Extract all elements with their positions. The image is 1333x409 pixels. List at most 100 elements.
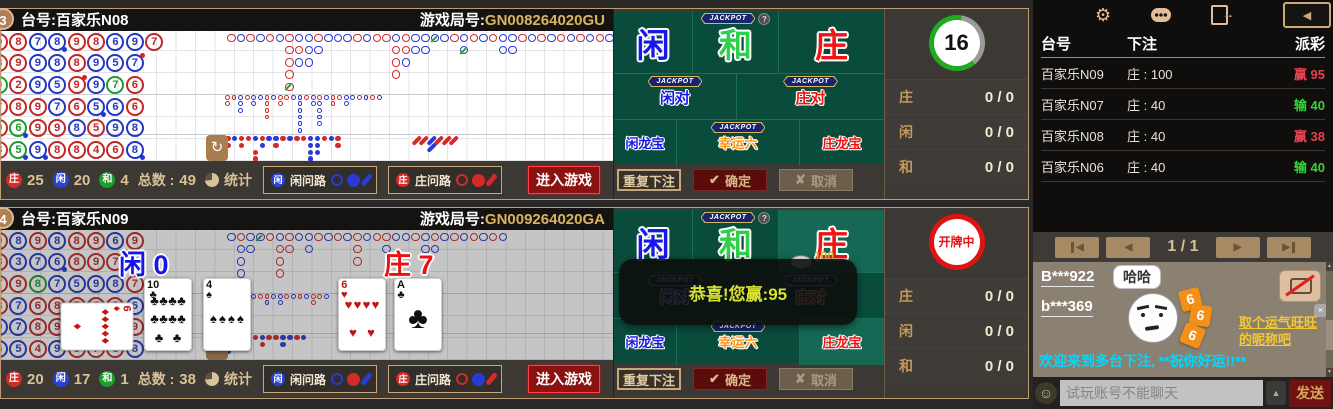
- settings-gear-icon[interactable]: ⚙: [1095, 5, 1111, 25]
- road-cell: [251, 95, 256, 100]
- bead-cell: 8: [68, 54, 86, 72]
- sidebar: ⚙ ◀ 台号 下注 派彩 百家乐N09庄 : 100赢 95百家乐N07庄 : …: [1033, 0, 1333, 409]
- table-panel-n08: 3 台号:百家乐N08 游戏局号:GN008264020GU ↻ 9807988…: [0, 8, 1029, 200]
- player-score-overlay: 闲 0: [119, 243, 169, 282]
- panel-header: 4 台号:百家乐N09 游戏局号:GN009264020GA: [1, 208, 613, 230]
- bet-player-dragon-cell[interactable]: 闲龙宝: [614, 319, 676, 365]
- record-result: 输 40: [1259, 95, 1325, 114]
- help-icon[interactable]: ?: [758, 13, 770, 25]
- tie-count: 4: [120, 172, 128, 189]
- last-page-button[interactable]: ▶: [1267, 237, 1311, 258]
- statistics-pie-icon[interactable]: [205, 173, 219, 187]
- expand-up-icon[interactable]: ▲: [1266, 381, 1286, 405]
- confirm-bet-button[interactable]: ✔ 确定: [693, 169, 767, 191]
- chat-scrollbar[interactable]: ▲ ▼: [1326, 262, 1333, 377]
- road-cell: [322, 136, 328, 142]
- statistics-label[interactable]: 统计: [224, 369, 252, 389]
- bet-player-dragon-cell[interactable]: 闲龙宝: [614, 120, 676, 166]
- bead-cell: 8: [48, 33, 66, 51]
- road-cell: [343, 34, 352, 43]
- road-cell: [256, 34, 265, 43]
- road-cell: [337, 95, 342, 100]
- chat-disabled-icon[interactable]: [1279, 270, 1321, 302]
- enter-game-button[interactable]: 进入游戏: [528, 365, 600, 393]
- game-round-id: 游戏局号:GN009264020GA: [420, 208, 605, 229]
- road-cell: [304, 95, 309, 100]
- jackpot-badge: JACKPOT: [783, 76, 838, 87]
- road-cell: [547, 34, 556, 43]
- help-icon[interactable]: ?: [758, 212, 770, 224]
- player-badge: 闲: [271, 173, 285, 187]
- first-page-button[interactable]: ◀: [1055, 237, 1099, 258]
- road-cell: [265, 101, 270, 106]
- confirm-bet-button[interactable]: ✔ 确定: [693, 368, 767, 390]
- banker-badge: 庄: [396, 173, 410, 187]
- bead-cell: 7: [29, 33, 47, 51]
- repeat-bet-button[interactable]: 重复下注: [617, 368, 681, 390]
- cancel-bet-button[interactable]: ✘ 取消: [779, 169, 853, 191]
- road-cell: [557, 34, 566, 43]
- bead-cell: 4: [87, 141, 105, 159]
- prev-page-button[interactable]: ◀: [1106, 237, 1150, 258]
- road-cell: [382, 34, 391, 43]
- road-cell: [411, 46, 420, 55]
- repeat-bet-button[interactable]: 重复下注: [617, 169, 681, 191]
- hollow-blue-icon: [331, 174, 343, 186]
- bet-record-row: 百家乐N06庄 : 40输 40: [1041, 151, 1325, 182]
- cross-icon: ✘: [795, 172, 806, 188]
- chat-input[interactable]: [1060, 380, 1263, 406]
- slash-red-icon: [485, 173, 498, 187]
- bead-cell: 9: [29, 98, 47, 116]
- send-button[interactable]: 发送: [1289, 380, 1331, 407]
- statistics-label[interactable]: 统计: [224, 170, 252, 190]
- panel-header: 3 台号:百家乐N08 游戏局号:GN008264020GU: [1, 9, 613, 31]
- refresh-road-icon[interactable]: ↻: [206, 135, 228, 161]
- bet-lucky6-cell[interactable]: JACKPOT 幸运六: [676, 120, 799, 166]
- road-cell: [528, 34, 537, 43]
- bet-player-cell[interactable]: 闲: [614, 11, 692, 73]
- scroll-up-icon[interactable]: ▲: [1326, 262, 1333, 271]
- road-cell: [285, 46, 294, 55]
- enter-game-button[interactable]: 进入游戏: [528, 166, 600, 194]
- bead-cell: 5: [9, 141, 27, 159]
- chat-bubble-icon[interactable]: [1151, 8, 1171, 22]
- roadmap-area: ↻ 98079889286579999988579898968889955465…: [1, 31, 613, 162]
- player-odds-row: 闲0 / 0: [885, 313, 1028, 348]
- road-cell: [353, 34, 362, 43]
- scrollbar-thumb[interactable]: [1326, 320, 1333, 350]
- bet-tie-cell[interactable]: JACKPOT ? 和: [692, 11, 778, 73]
- banker-ask-road-button[interactable]: 庄 庄问路: [388, 166, 502, 194]
- jackpot-badge: JACKPOT: [711, 122, 766, 133]
- bead-cell: 9: [87, 54, 105, 72]
- player-ask-road-button[interactable]: 闲 闲问路: [263, 166, 377, 194]
- nickname-tip[interactable]: 取个运气旺旺的昵称吧: [1239, 314, 1325, 348]
- road-cell: [392, 70, 401, 79]
- bet-banker-dragon-cell[interactable]: 庄龙宝: [799, 319, 884, 365]
- bet-banker-dragon-cell[interactable]: 庄龙宝: [799, 120, 884, 166]
- collapse-sidebar-button[interactable]: ◀: [1283, 2, 1331, 28]
- slash-blue-icon: [360, 372, 373, 386]
- exit-door-icon[interactable]: [1211, 5, 1228, 25]
- bead-cell: 9: [126, 33, 144, 51]
- road-cell: [285, 83, 294, 92]
- scroll-down-icon[interactable]: ▼: [1326, 368, 1333, 377]
- road-cell: [315, 136, 321, 142]
- bet-banker-pair-cell[interactable]: JACKPOT 庄对: [736, 74, 884, 119]
- banker-odds-row: 庄0 / 0: [885, 79, 1028, 114]
- banker-ask-road-button[interactable]: 庄 庄问路: [388, 365, 502, 393]
- statistics-pie-icon[interactable]: [205, 372, 219, 386]
- record-result: 输 40: [1259, 157, 1325, 176]
- bet-tie-label: 和: [719, 25, 752, 67]
- bet-banker-cell[interactable]: 庄: [778, 11, 884, 73]
- emoji-icon[interactable]: ☺: [1035, 382, 1057, 404]
- bet-player-pair-cell[interactable]: JACKPOT 闲对: [614, 74, 736, 119]
- player-ask-road-button[interactable]: 闲 闲问路: [263, 365, 377, 393]
- panel-side-stats: 开牌中 庄0 / 0 闲0 / 0 和0 / 0: [884, 208, 1028, 398]
- road-cell: [335, 143, 341, 149]
- next-page-button[interactable]: ▶: [1216, 237, 1260, 258]
- bet-player-dragon-label: 闲龙宝: [625, 136, 664, 152]
- bet-lucky6-cell[interactable]: JACKPOT 幸运六: [676, 319, 799, 365]
- road-cell: [232, 136, 238, 142]
- cancel-bet-button[interactable]: ✘ 取消: [779, 368, 853, 390]
- road-cell: [227, 34, 236, 43]
